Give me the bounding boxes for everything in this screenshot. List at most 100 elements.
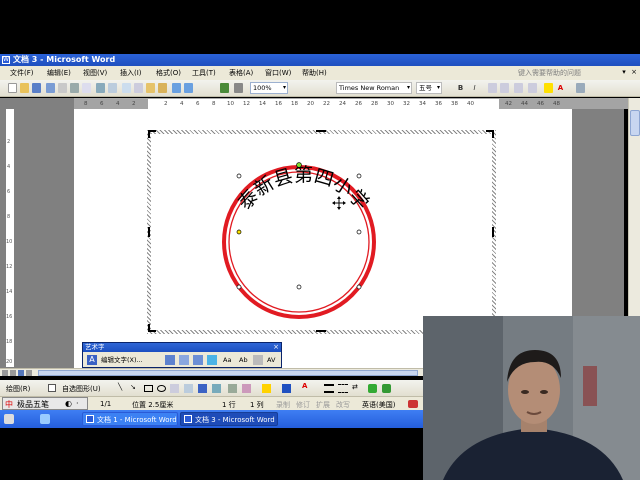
language-indicator[interactable]: 英语(美国) — [362, 400, 395, 410]
toolbar-options-icon[interactable] — [576, 83, 585, 93]
doc-close-button[interactable]: × — [630, 68, 638, 77]
horizontal-ruler[interactable]: 8 6 4 2 2 4 6 8 10 12 14 16 18 20 22 24 … — [74, 98, 640, 109]
moon-icon[interactable]: ◐ — [65, 399, 72, 408]
punct-icon[interactable]: · — [76, 399, 79, 408]
tables-borders-icon[interactable] — [234, 83, 243, 93]
arrow-icon[interactable]: ↘ — [130, 383, 136, 391]
spelling-status-icon[interactable] — [408, 400, 418, 408]
menu-help[interactable]: 帮助(H) — [302, 68, 327, 78]
mode-record[interactable]: 录制 — [276, 400, 290, 410]
paste-icon[interactable] — [146, 83, 155, 93]
menu-format[interactable]: 格式(O) — [156, 68, 181, 78]
diagram-icon[interactable] — [212, 384, 221, 393]
format-wordart-icon[interactable] — [179, 355, 189, 365]
crop-handle-top-left[interactable] — [148, 130, 156, 138]
align-left-icon[interactable] — [488, 83, 497, 93]
alignment-icon[interactable] — [253, 355, 263, 365]
character-spacing-button[interactable]: AV — [267, 355, 275, 365]
sizing-handle[interactable] — [356, 284, 362, 290]
dash-style-icon[interactable] — [338, 384, 348, 393]
font-select[interactable]: Times New Roman ▾ — [336, 82, 412, 94]
text-wrapping-icon[interactable] — [207, 355, 217, 365]
shadow-style-icon[interactable] — [368, 384, 377, 393]
crop-handle-bottom-left[interactable] — [148, 324, 156, 332]
numbering-icon[interactable] — [514, 83, 523, 93]
fill-color-icon[interactable] — [262, 384, 271, 393]
line-icon[interactable]: ╲ — [118, 383, 122, 391]
zoom-select[interactable]: 100% ▾ — [250, 82, 288, 94]
vertical-text-button[interactable]: Ab — [239, 355, 248, 365]
font-color-icon[interactable]: A — [556, 83, 565, 93]
sizing-handle[interactable] — [356, 173, 362, 179]
sizing-handle[interactable] — [296, 284, 302, 290]
sizing-handle[interactable] — [356, 229, 362, 235]
seal-graphic[interactable]: 泰新县第四小学 — [215, 155, 385, 320]
indent-icon[interactable] — [528, 83, 537, 93]
draw-menu-button[interactable]: 绘图(R) — [6, 384, 30, 394]
horizontal-scroll-thumb[interactable] — [38, 370, 418, 376]
open-folder-icon[interactable] — [20, 83, 29, 93]
autoshapes-button[interactable]: 自选图形(U) — [62, 384, 101, 394]
research-icon[interactable] — [108, 83, 117, 93]
sizing-handle[interactable] — [236, 173, 242, 179]
print-preview-icon[interactable] — [82, 83, 91, 93]
menu-edit[interactable]: 编辑(E) — [47, 68, 71, 78]
crop-handle-left[interactable] — [148, 227, 150, 237]
vertical-scroll-thumb[interactable] — [630, 110, 640, 136]
taskbar-doc1[interactable]: 文档 1 - Microsoft Word — [82, 412, 178, 426]
rotation-handle[interactable] — [296, 162, 302, 168]
copy-icon[interactable] — [134, 83, 143, 93]
line-color-icon[interactable] — [282, 384, 291, 393]
menu-insert[interactable]: 插入(I) — [120, 68, 142, 78]
align-center-icon[interactable] — [500, 83, 509, 93]
spelling-icon[interactable] — [96, 83, 105, 93]
vertical-textbox-icon[interactable] — [184, 384, 193, 393]
normal-view-icon[interactable] — [2, 370, 8, 376]
insert-wordart-icon[interactable] — [198, 384, 207, 393]
font-color-icon[interactable]: A — [302, 382, 307, 390]
ime-toolbar[interactable]: 中 极品五笔 ◐ · — [2, 397, 88, 410]
menu-tools[interactable]: 工具(T) — [192, 68, 216, 78]
crop-handle-top-right[interactable] — [486, 130, 494, 138]
web-view-icon[interactable] — [10, 370, 16, 376]
arrow-style-icon[interactable]: ⇄ — [352, 383, 358, 391]
font-size-select[interactable]: 五号 ▾ — [416, 82, 442, 94]
insert-wordart-icon[interactable]: A — [87, 355, 97, 365]
help-search-box[interactable]: 键入需要帮助的问题 — [518, 68, 620, 78]
menu-window[interactable]: 窗口(W) — [265, 68, 291, 78]
adjust-handle[interactable] — [236, 229, 242, 235]
wordart-gallery-icon[interactable] — [165, 355, 175, 365]
mode-overtype[interactable]: 改写 — [336, 400, 350, 410]
print-icon[interactable] — [70, 83, 79, 93]
crop-handle-right[interactable] — [492, 227, 494, 237]
bold-button[interactable]: B — [456, 83, 465, 93]
print-view-icon[interactable] — [18, 370, 24, 376]
3d-style-icon[interactable] — [382, 384, 391, 393]
cut-icon[interactable] — [122, 83, 131, 93]
wordart-toolbar-close[interactable]: × — [273, 343, 279, 352]
menu-table[interactable]: 表格(A) — [229, 68, 253, 78]
line-style-icon[interactable] — [324, 384, 334, 393]
hyperlink-icon[interactable] — [220, 83, 229, 93]
crop-handle-bottom[interactable] — [316, 330, 326, 332]
wordart-shape-icon[interactable] — [193, 355, 203, 365]
mode-extend[interactable]: 扩展 — [316, 400, 330, 410]
redo-icon[interactable] — [184, 83, 193, 93]
oval-icon[interactable] — [157, 385, 166, 392]
menu-file[interactable]: 文件(F) — [10, 68, 34, 78]
select-objects-icon[interactable] — [48, 384, 56, 392]
mode-track[interactable]: 修订 — [296, 400, 310, 410]
format-painter-icon[interactable] — [158, 83, 167, 93]
desktop-icon[interactable] — [4, 414, 14, 424]
clipart-icon[interactable] — [228, 384, 237, 393]
rectangle-icon[interactable] — [144, 385, 153, 392]
edit-text-button[interactable]: 编辑文字(X)... — [101, 355, 143, 365]
undo-icon[interactable] — [172, 83, 181, 93]
vertical-ruler[interactable]: 2 4 6 8 10 12 14 16 18 20 — [6, 109, 14, 367]
outline-view-icon[interactable] — [26, 370, 32, 376]
new-doc-icon[interactable] — [8, 83, 17, 93]
highlight-icon[interactable] — [544, 83, 553, 93]
same-height-button[interactable]: Aa — [223, 355, 231, 365]
quicklaunch-icon[interactable] — [40, 414, 50, 424]
doc-menu-arrow[interactable]: ▾ — [620, 68, 628, 77]
